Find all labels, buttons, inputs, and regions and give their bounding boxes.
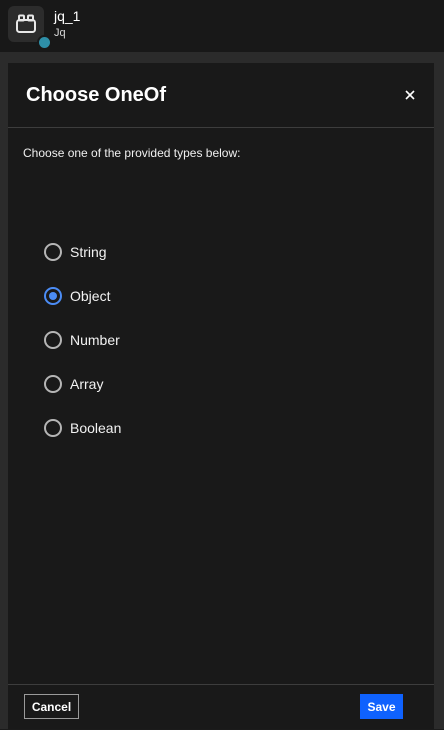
radio-label-string: String [70, 244, 107, 260]
modal-title: Choose OneOf [26, 84, 167, 106]
radio-label-boolean: Boolean [70, 420, 122, 436]
radio-option-boolean[interactable]: Boolean [44, 417, 121, 439]
radio-label-number: Number [70, 332, 120, 348]
close-icon [405, 90, 415, 100]
radio-option-object[interactable]: Object [44, 285, 110, 307]
status-indicator [39, 37, 50, 48]
radio-label-array: Array [70, 376, 104, 392]
jq-node-icon[interactable] [8, 6, 44, 42]
choose-oneof-dialog: Choose OneOf Choose one of the provided … [8, 63, 434, 729]
radio-button-number[interactable] [44, 331, 62, 349]
node-name: jq_1 [54, 8, 81, 24]
radio-option-number[interactable]: Number [44, 329, 120, 351]
radio-button-string[interactable] [44, 243, 62, 261]
radio-option-array[interactable]: Array [44, 373, 103, 395]
close-button[interactable] [398, 83, 422, 107]
modal-header: Choose OneOf [8, 63, 434, 128]
instructions-text: Choose one of the provided types below: [23, 146, 241, 160]
save-button[interactable]: Save [360, 694, 403, 719]
radio-button-object[interactable] [44, 287, 62, 305]
modal-footer: Cancel Save [8, 684, 434, 730]
node-type: Jq [54, 27, 66, 39]
cancel-button[interactable]: Cancel [24, 694, 79, 719]
radio-button-array[interactable] [44, 375, 62, 393]
radio-label-object: Object [70, 288, 111, 304]
toolbox-icon [16, 14, 36, 33]
radio-button-boolean[interactable] [44, 419, 62, 437]
node-header: jq_1 Jq [0, 0, 444, 52]
radio-option-string[interactable]: String [44, 241, 107, 263]
